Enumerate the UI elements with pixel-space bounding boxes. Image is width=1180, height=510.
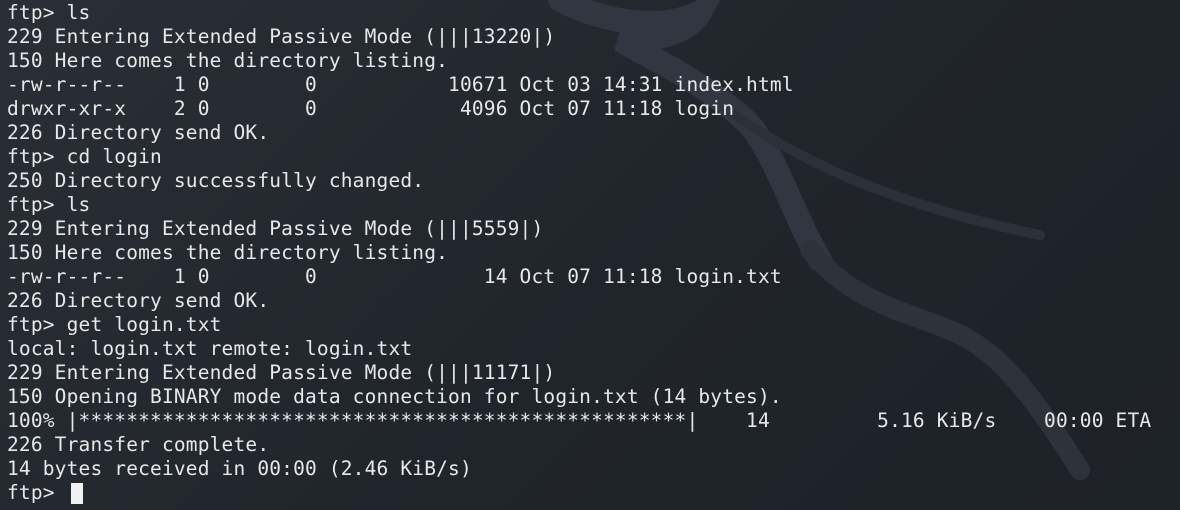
terminal-line: 229 Entering Extended Passive Mode (|||1… [7,25,556,48]
terminal-line: ftp> ls [7,1,91,24]
terminal-line: 150 Opening BINARY mode data connection … [7,385,782,408]
terminal-line: -rw-r--r-- 1 0 0 10671 Oct 03 14:31 inde… [7,73,794,96]
terminal-line: 226 Directory send OK. [7,121,270,144]
terminal-line: ftp> ls [7,193,91,216]
terminal-line: 150 Here comes the directory listing. [7,241,449,264]
terminal-line: 229 Entering Extended Passive Mode (|||1… [7,361,556,384]
terminal-line: ftp> cd login [7,145,162,168]
terminal-line: 14 bytes received in 00:00 (2.46 KiB/s) [7,457,472,480]
command-prompt-line[interactable]: ftp> [7,481,1177,505]
terminal-line: 229 Entering Extended Passive Mode (|||5… [7,217,544,240]
progress-line: 100% |**********************************… [7,409,1152,432]
terminal-line: -rw-r--r-- 1 0 0 14 Oct 07 11:18 login.t… [7,265,782,288]
terminal-output: ftp> ls 229 Entering Extended Passive Mo… [7,1,1177,505]
terminal-window[interactable]: ftp> ls 229 Entering Extended Passive Mo… [0,0,1180,510]
prompt-label: ftp> [7,481,67,504]
terminal-line: drwxr-xr-x 2 0 0 4096 Oct 07 11:18 login [7,97,735,120]
terminal-line: local: login.txt remote: login.txt [7,337,413,360]
terminal-line: 226 Transfer complete. [7,433,270,456]
terminal-line: 226 Directory send OK. [7,289,270,312]
terminal-line: ftp> get login.txt [7,313,222,336]
terminal-line: 150 Here comes the directory listing. [7,49,449,72]
text-cursor [70,482,83,504]
terminal-line: 250 Directory successfully changed. [7,169,425,192]
